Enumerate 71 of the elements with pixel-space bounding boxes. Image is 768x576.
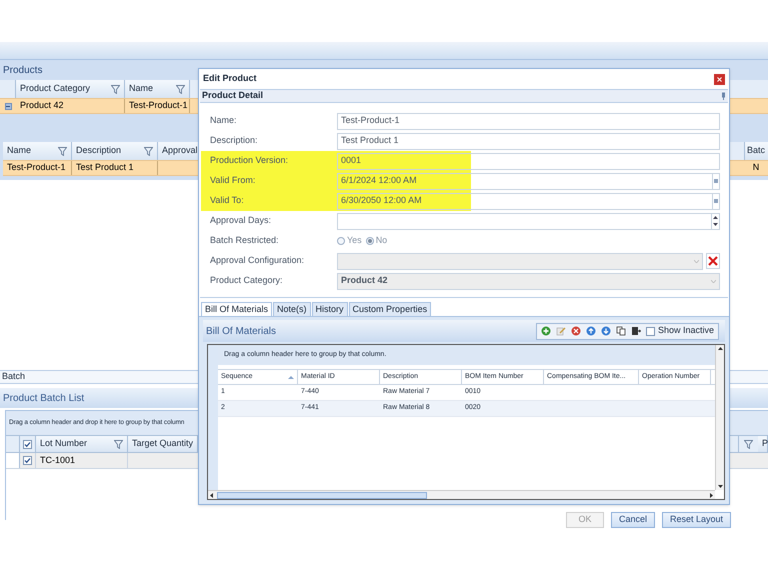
field-label: Valid From: bbox=[210, 174, 256, 188]
text-field[interactable]: 0001 bbox=[337, 152, 720, 170]
tab[interactable]: Note(s) bbox=[273, 302, 311, 316]
spin-up-icon[interactable] bbox=[713, 216, 718, 219]
sort-icon bbox=[288, 376, 294, 378]
vertical-scrollbar[interactable] bbox=[715, 345, 724, 490]
filter-icon[interactable] bbox=[111, 84, 120, 94]
scrollbar-thumb[interactable] bbox=[217, 492, 427, 498]
dialog-title: Edit Product bbox=[203, 72, 256, 86]
field-label: Batch Restricted: bbox=[210, 234, 280, 248]
copy-icon[interactable] bbox=[616, 326, 626, 336]
field-label: Approval Days: bbox=[210, 214, 272, 228]
filter-icon[interactable] bbox=[176, 84, 185, 94]
tab[interactable]: Custom Properties bbox=[348, 302, 432, 316]
table-cell: Test-Product-1 bbox=[3, 161, 72, 175]
checkbox[interactable] bbox=[23, 456, 32, 465]
filter-icon[interactable] bbox=[58, 146, 67, 156]
add-icon[interactable] bbox=[540, 326, 551, 336]
date-field[interactable]: 6/30/2050 12:00 AM bbox=[337, 192, 720, 210]
column-header[interactable]: Name bbox=[125, 80, 190, 98]
edit-icon[interactable] bbox=[556, 326, 566, 336]
section-title: Product Detail bbox=[202, 89, 264, 102]
checkbox[interactable] bbox=[23, 440, 32, 448]
table-cell: TC-1001 bbox=[36, 453, 128, 468]
field-label: Production Version: bbox=[210, 154, 290, 168]
filter-icon[interactable] bbox=[114, 440, 123, 448]
text-field[interactable]: Test-Product-1 bbox=[337, 112, 720, 130]
column-header[interactable]: Lot Number bbox=[36, 436, 128, 452]
table-cell: Product 42 bbox=[16, 99, 125, 113]
field-label: Valid To: bbox=[210, 194, 245, 208]
tab[interactable]: History bbox=[312, 302, 348, 316]
text-field[interactable]: Test Product 1 bbox=[337, 132, 720, 150]
checkbox[interactable] bbox=[646, 326, 655, 336]
date-field[interactable]: 6/1/2024 12:00 AM bbox=[337, 172, 720, 190]
column-header[interactable]: P bbox=[758, 436, 768, 452]
panel-title: Bill Of Materials bbox=[206, 324, 276, 338]
table-cell-text: N bbox=[752, 161, 760, 174]
close-icon[interactable] bbox=[717, 76, 722, 82]
close-button[interactable] bbox=[714, 74, 725, 84]
dialog-button[interactable]: Reset Layout bbox=[662, 512, 732, 528]
column-header[interactable]: Target Quantity bbox=[128, 436, 198, 452]
table-cell: Test-Product-1 bbox=[125, 99, 190, 113]
export-icon[interactable] bbox=[630, 326, 641, 336]
column-header[interactable]: Description bbox=[72, 142, 158, 160]
pin-icon[interactable] bbox=[721, 92, 726, 100]
panel-title: Products bbox=[3, 64, 42, 78]
dialog-button[interactable]: Cancel bbox=[611, 512, 656, 528]
filter-icon[interactable] bbox=[144, 146, 153, 156]
clear-button[interactable] bbox=[706, 253, 720, 269]
column-header[interactable]: Batc bbox=[744, 142, 768, 160]
field-label: Description: bbox=[210, 134, 259, 148]
scroll-left-icon[interactable] bbox=[210, 492, 213, 498]
column-header[interactable]: Approval bbox=[158, 142, 200, 160]
table-cell: Test Product 1 bbox=[72, 161, 158, 175]
scroll-right-icon[interactable] bbox=[710, 492, 713, 498]
spin-down-icon[interactable] bbox=[713, 223, 718, 226]
field-label: Approval Configuration: bbox=[210, 254, 306, 268]
column-header[interactable]: Name bbox=[3, 142, 72, 160]
number-field[interactable] bbox=[337, 212, 720, 230]
filter-icon[interactable] bbox=[744, 440, 753, 448]
collapse-icon[interactable] bbox=[4, 102, 12, 110]
tab[interactable]: Bill Of Materials bbox=[201, 302, 272, 316]
scroll-down-icon[interactable] bbox=[718, 485, 722, 488]
horizontal-scrollbar[interactable] bbox=[208, 490, 715, 499]
scroll-up-icon[interactable] bbox=[718, 347, 722, 350]
column-header[interactable]: Product Category bbox=[16, 80, 125, 98]
delete-icon[interactable] bbox=[570, 326, 581, 336]
arrow-down-icon[interactable] bbox=[600, 326, 611, 336]
field-label: Name: bbox=[210, 114, 238, 128]
arrow-up-icon[interactable] bbox=[586, 326, 596, 336]
field-label: Product Category: bbox=[210, 274, 284, 288]
